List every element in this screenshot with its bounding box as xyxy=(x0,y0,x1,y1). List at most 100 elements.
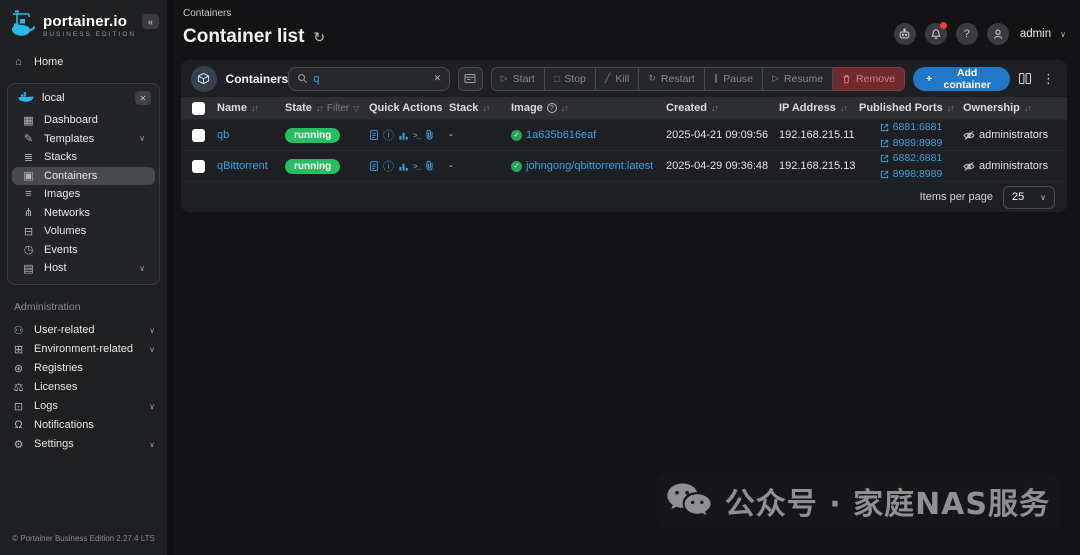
port-link[interactable]: 8998:8989 xyxy=(880,168,942,180)
resume-button[interactable]: ▷ Resume xyxy=(763,66,834,91)
container-name-link[interactable]: qb xyxy=(217,129,229,141)
user-avatar[interactable] xyxy=(986,23,1009,45)
sort-icon[interactable]: ↓↑ xyxy=(711,103,719,113)
sort-icon[interactable]: ↓↑ xyxy=(251,103,259,113)
inspect-icon[interactable]: ⓘ xyxy=(383,158,394,174)
chat-assistant-button[interactable] xyxy=(893,23,916,45)
notifications-bell-button[interactable] xyxy=(924,22,947,45)
start-button[interactable]: ▷ Start xyxy=(490,66,545,91)
sort-icon[interactable]: ↓↑ xyxy=(482,103,490,113)
kill-button[interactable]: ╱ Kill xyxy=(595,66,640,91)
plus-icon: + xyxy=(926,72,933,85)
trash-icon xyxy=(842,74,851,84)
add-container-button[interactable]: + Add container xyxy=(913,66,1010,91)
column-header-stack[interactable]: Stack ↓↑ xyxy=(449,102,511,114)
filter-button[interactable]: Filter xyxy=(327,103,349,114)
sidebar-item-events[interactable]: ◷ Events xyxy=(12,241,155,260)
sidebar-item-stacks[interactable]: ≣ Stacks xyxy=(12,148,155,167)
items-per-page-select[interactable]: 25 ∨ xyxy=(1003,185,1055,209)
sort-icon[interactable]: ↓↑ xyxy=(947,103,955,113)
stop-button[interactable]: □ Stop xyxy=(544,66,596,91)
stats-icon[interactable] xyxy=(398,130,409,141)
columns-visibility-button[interactable] xyxy=(1018,72,1032,85)
sidebar-item-images[interactable]: ≡ Images xyxy=(12,185,155,204)
sidebar-item-notifications[interactable]: Ω Notifications xyxy=(0,416,167,435)
sidebar-collapse-button[interactable]: « xyxy=(142,14,159,29)
environment-name: local xyxy=(42,92,65,104)
watermark-text: 公众号 · 家庭NAS服务 xyxy=(724,487,1050,522)
port-link[interactable]: 6881:6881 xyxy=(880,121,942,133)
row-checkbox[interactable] xyxy=(192,128,205,142)
pause-button[interactable]: ∥ Pause xyxy=(704,66,764,91)
sidebar-item-networks[interactable]: ⋔ Networks xyxy=(12,204,155,223)
kebab-menu-button[interactable]: ⋮ xyxy=(1040,71,1057,87)
image-link[interactable]: johngong/qbittorrent:latest xyxy=(526,160,653,172)
environment-box: local ✕ ▦ Dashboard ✎ Templates ∨ ≣ Stac… xyxy=(7,83,160,285)
search-input[interactable] xyxy=(313,72,429,85)
column-header-state[interactable]: State ↓↑ Filter ▽ xyxy=(285,102,369,114)
sort-icon[interactable]: ↓↑ xyxy=(840,103,848,113)
column-header-ownership[interactable]: Ownership ↓↑ xyxy=(963,102,1067,114)
sidebar-item-dashboard[interactable]: ▦ Dashboard xyxy=(12,111,155,130)
image-link[interactable]: 1a635b616eaf xyxy=(526,129,596,141)
sidebar-item-licenses[interactable]: ⚖ Licenses xyxy=(0,378,167,397)
page-title: Container list xyxy=(183,26,305,47)
restart-icon: ↻ xyxy=(648,73,656,83)
search-options-button[interactable] xyxy=(458,66,483,91)
column-header-ip[interactable]: IP Address ↓↑ xyxy=(779,102,859,114)
username-label[interactable]: admin xyxy=(1020,28,1051,40)
created-cell: 2025-04-21 09:09:56 xyxy=(666,129,769,141)
environment-close-button[interactable]: ✕ xyxy=(135,91,151,105)
sidebar-item-registries[interactable]: ⊛ Registries xyxy=(0,359,167,378)
logs-icon[interactable] xyxy=(369,160,379,172)
console-icon[interactable]: >_ xyxy=(413,131,421,140)
refresh-icon[interactable]: ↻ xyxy=(313,29,325,46)
funnel-icon[interactable]: ▽ xyxy=(353,104,359,113)
port-link[interactable]: 6882:6881 xyxy=(880,152,942,164)
sidebar-item-settings[interactable]: ⚙ Settings ∨ xyxy=(0,435,167,454)
ownership-cell: administrators xyxy=(963,160,1067,172)
ip-cell: 192.168.215.11 xyxy=(779,129,855,141)
created-cell: 2025-04-29 09:36:48 xyxy=(666,160,769,172)
host-icon: ▤ xyxy=(23,262,34,275)
breadcrumb[interactable]: Containers xyxy=(183,8,1066,19)
row-checkbox[interactable] xyxy=(192,159,205,173)
column-header-name[interactable]: Name ↓↑ xyxy=(217,102,285,114)
select-all-checkbox[interactable] xyxy=(192,101,205,115)
resume-icon: ▷ xyxy=(772,73,779,83)
sidebar-item-containers[interactable]: ▣ Containers xyxy=(12,166,155,185)
attach-icon[interactable] xyxy=(424,160,435,172)
search-icon xyxy=(297,73,308,84)
remove-button[interactable]: Remove xyxy=(833,66,906,91)
chevron-down-icon[interactable]: ∨ xyxy=(1060,30,1066,39)
console-icon[interactable]: >_ xyxy=(413,162,421,171)
sort-icon[interactable]: ↓↑ xyxy=(316,103,324,113)
column-header-created[interactable]: Created ↓↑ xyxy=(666,102,779,114)
sidebar-item-templates[interactable]: ✎ Templates ∨ xyxy=(12,130,155,149)
sidebar-item-volumes[interactable]: ⊟ Volumes xyxy=(12,222,155,241)
sidebar-item-host[interactable]: ▤ Host ∨ xyxy=(12,259,155,278)
eye-off-icon xyxy=(963,130,975,141)
sidebar-item-home[interactable]: ⌂ Home xyxy=(0,52,167,71)
notification-badge xyxy=(939,22,947,29)
attach-icon[interactable] xyxy=(424,129,435,141)
header-controls: ? admin ∨ xyxy=(893,22,1066,45)
help-button[interactable]: ? xyxy=(955,23,978,45)
column-header-image[interactable]: Image ? ↓↑ xyxy=(511,102,666,114)
sidebar-item-environment-related[interactable]: ⊞ Environment-related ∨ xyxy=(0,340,167,359)
sidebar-item-logs[interactable]: ⊡ Logs ∨ xyxy=(0,397,167,416)
clear-search-icon[interactable]: ✕ xyxy=(434,73,442,84)
stats-icon[interactable] xyxy=(398,161,409,172)
environment-header[interactable]: local ✕ xyxy=(8,84,159,111)
sidebar-item-user-related[interactable]: ⚇ User-related ∨ xyxy=(0,321,167,340)
port-link[interactable]: 8989:8989 xyxy=(880,137,942,149)
column-header-ports[interactable]: Published Ports ↓↑ xyxy=(859,102,963,114)
restart-button[interactable]: ↻ Restart xyxy=(639,66,705,91)
logs-icon[interactable] xyxy=(369,129,379,141)
stack-cell: - xyxy=(449,129,453,141)
help-icon: ? xyxy=(546,103,557,113)
inspect-icon[interactable]: ⓘ xyxy=(383,127,394,143)
sort-icon[interactable]: ↓↑ xyxy=(1024,103,1032,113)
sort-icon[interactable]: ↓↑ xyxy=(561,103,569,113)
container-name-link[interactable]: qBittorrent xyxy=(217,160,268,172)
